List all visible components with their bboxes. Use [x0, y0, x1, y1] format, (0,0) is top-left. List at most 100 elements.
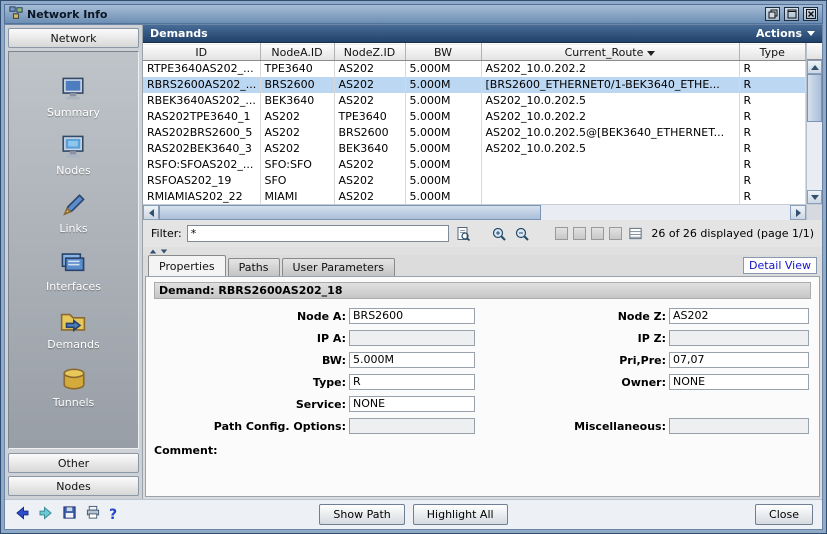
ip-a-field[interactable]	[349, 330, 475, 346]
table-cell-nodeZ[interactable]: AS202	[334, 93, 405, 109]
collapse-down-icon[interactable]	[161, 249, 167, 253]
help-button[interactable]: ?	[109, 507, 117, 523]
column-header-nodez[interactable]: NodeZ.ID	[334, 44, 405, 61]
toggle-button-4[interactable]	[609, 227, 622, 240]
toggle-button-2[interactable]	[573, 227, 586, 240]
vertical-scroll-track[interactable]	[807, 122, 822, 190]
column-header-bw[interactable]: BW	[405, 44, 481, 61]
collapse-up-icon[interactable]	[150, 249, 156, 253]
detail-view-button[interactable]: Detail View	[743, 257, 817, 274]
column-header-route[interactable]: Current_Route	[481, 44, 739, 61]
table-cell-type[interactable]: R	[739, 109, 806, 125]
table-cell-type[interactable]: R	[739, 189, 806, 205]
table-cell-bw[interactable]: 5.000M	[405, 173, 481, 189]
horizontal-scroll-track[interactable]	[541, 205, 790, 220]
table-cell-nodeZ[interactable]: AS202	[334, 157, 405, 173]
nodes-button[interactable]: Nodes	[8, 476, 139, 496]
scroll-up-button[interactable]	[807, 60, 822, 74]
tab-user-parameters[interactable]: User Parameters	[282, 258, 396, 276]
split-divider[interactable]	[143, 247, 822, 255]
table-cell-id[interactable]: RSFOAS202_19	[143, 173, 260, 189]
list-view-button[interactable]	[627, 225, 645, 243]
close-button[interactable]	[803, 7, 818, 21]
table-cell-nodeZ[interactable]: BRS2600	[334, 125, 405, 141]
zoom-out-button[interactable]	[513, 225, 531, 243]
table-cell-id[interactable]: RBEK3640AS202_...	[143, 93, 260, 109]
table-cell-type[interactable]: R	[739, 93, 806, 109]
table-cell-type[interactable]: R	[739, 141, 806, 157]
save-button[interactable]	[62, 505, 77, 524]
table-row[interactable]: RSFO:SFOAS202_...SFO:SFOAS2025.000MR	[143, 157, 806, 173]
highlight-all-button[interactable]: Highlight All	[413, 504, 508, 525]
table-cell-id[interactable]: RSFO:SFOAS202_...	[143, 157, 260, 173]
search-preview-button[interactable]	[454, 225, 472, 243]
sidebar-item-tunnels[interactable]: Tunnels	[53, 366, 95, 409]
table-cell-nodeA[interactable]: AS202	[260, 125, 334, 141]
table-row[interactable]: RAS202BEK3640_3AS202BEK36405.000MAS202_1…	[143, 141, 806, 157]
path-config-field[interactable]	[349, 418, 475, 434]
filter-input[interactable]	[187, 225, 449, 242]
sidebar-item-interfaces[interactable]: Interfaces	[46, 250, 101, 293]
table-cell-nodeZ[interactable]: TPE3640	[334, 109, 405, 125]
table-cell-nodeA[interactable]: SFO:SFO	[260, 157, 334, 173]
table-cell-nodeZ[interactable]: BEK3640	[334, 141, 405, 157]
table-cell-route[interactable]: AS202_10.0.202.2	[481, 61, 739, 77]
actions-menu-button[interactable]: Actions	[756, 27, 815, 40]
table-cell-nodeZ[interactable]: AS202	[334, 173, 405, 189]
table-cell-route[interactable]	[481, 189, 739, 205]
table-cell-id[interactable]: RTPE3640AS202_...	[143, 61, 260, 77]
table-cell-id[interactable]: RMIAMIAS202_22	[143, 189, 260, 205]
forward-button[interactable]	[38, 505, 54, 525]
sidebar-item-links[interactable]: Links	[59, 192, 87, 235]
table-cell-bw[interactable]: 5.000M	[405, 93, 481, 109]
table-row[interactable]: RMIAMIAS202_22MIAMIAS2025.000MR	[143, 189, 806, 205]
table-cell-bw[interactable]: 5.000M	[405, 77, 481, 93]
table-cell-bw[interactable]: 5.000M	[405, 61, 481, 77]
table-cell-nodeZ[interactable]: AS202	[334, 77, 405, 93]
sidebar-item-summary[interactable]: Summary	[47, 76, 100, 119]
table-cell-nodeA[interactable]: BRS2600	[260, 77, 334, 93]
table-cell-route[interactable]: [BRS2600_ETHERNET0/1-BEK3640_ETHE...	[481, 77, 739, 93]
horizontal-scrollbar[interactable]	[143, 204, 822, 220]
back-button[interactable]	[14, 505, 30, 525]
table-row[interactable]: RAS202TPE3640_1AS202TPE36405.000MAS202_1…	[143, 109, 806, 125]
table-cell-nodeA[interactable]: SFO	[260, 173, 334, 189]
other-button[interactable]: Other	[8, 453, 139, 473]
table-cell-nodeA[interactable]: BEK3640	[260, 93, 334, 109]
table-cell-nodeA[interactable]: TPE3640	[260, 61, 334, 77]
column-header-nodea[interactable]: NodeA.ID	[260, 44, 334, 61]
table-cell-id[interactable]: RAS202BRS2600_5	[143, 125, 260, 141]
service-field[interactable]: NONE	[349, 396, 475, 412]
tab-paths[interactable]: Paths	[228, 258, 280, 276]
table-cell-route[interactable]: AS202_10.0.202.5	[481, 141, 739, 157]
miscellaneous-field[interactable]	[669, 418, 809, 434]
table-cell-type[interactable]: R	[739, 157, 806, 173]
owner-field[interactable]: NONE	[669, 374, 809, 390]
toggle-button-1[interactable]	[555, 227, 568, 240]
table-cell-route[interactable]: AS202_10.0.202.2	[481, 109, 739, 125]
table-row[interactable]: RAS202BRS2600_5AS202BRS26005.000MAS202_1…	[143, 125, 806, 141]
scroll-down-button[interactable]	[807, 190, 822, 204]
table-row[interactable]: RBRS2600AS202_...BRS2600AS2025.000M[BRS2…	[143, 77, 806, 93]
vertical-scroll-thumb[interactable]	[807, 74, 822, 122]
table-cell-nodeA[interactable]: AS202	[260, 141, 334, 157]
bw-field[interactable]: 5.000M	[349, 352, 475, 368]
table-row[interactable]: RBEK3640AS202_...BEK3640AS2025.000MAS202…	[143, 93, 806, 109]
table-cell-route[interactable]	[481, 157, 739, 173]
table-cell-nodeZ[interactable]: AS202	[334, 61, 405, 77]
tab-properties[interactable]: Properties	[148, 255, 226, 276]
column-header-type[interactable]: Type	[739, 44, 806, 61]
type-field[interactable]: R	[349, 374, 475, 390]
toggle-button-3[interactable]	[591, 227, 604, 240]
table-cell-bw[interactable]: 5.000M	[405, 189, 481, 205]
node-z-field[interactable]: AS202	[669, 308, 809, 324]
table-cell-route[interactable]: AS202_10.0.202.5@[BEK3640_ETHERNET...	[481, 125, 739, 141]
table-cell-nodeA[interactable]: AS202	[260, 109, 334, 125]
ip-z-field[interactable]	[669, 330, 809, 346]
pri-pre-field[interactable]: 07,07	[669, 352, 809, 368]
table-cell-type[interactable]: R	[739, 61, 806, 77]
table-cell-nodeZ[interactable]: AS202	[334, 189, 405, 205]
table-cell-type[interactable]: R	[739, 77, 806, 93]
scroll-left-button[interactable]	[143, 205, 159, 220]
network-button[interactable]: Network	[8, 28, 139, 48]
